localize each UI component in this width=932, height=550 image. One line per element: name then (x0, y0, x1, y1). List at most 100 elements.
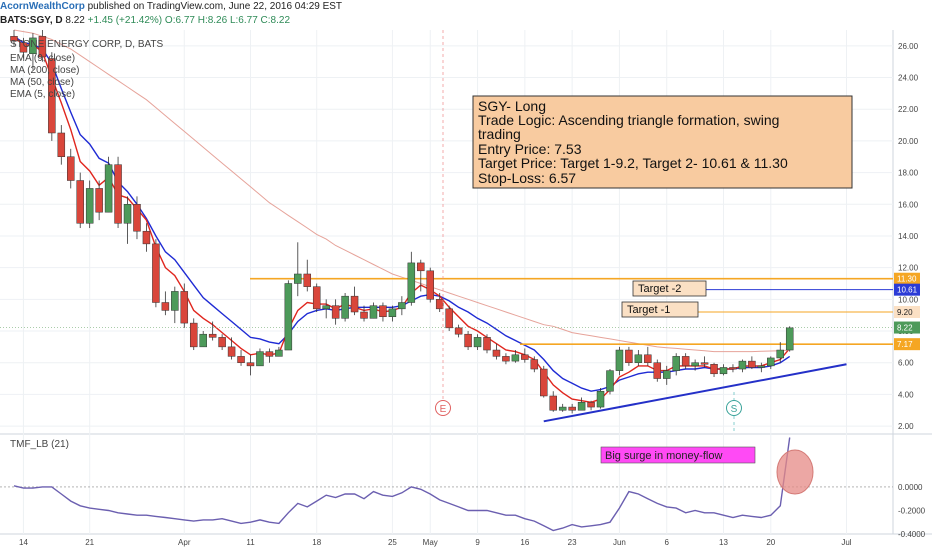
candle-body (710, 364, 718, 375)
candle-body (303, 273, 312, 287)
candle-body (426, 270, 434, 300)
price-badge-label: 10.61 (897, 286, 918, 295)
candle-body (189, 322, 198, 348)
tmf-tick-label: 0.0000 (898, 483, 923, 492)
candle-body (379, 305, 387, 318)
candle-body (757, 365, 766, 368)
candle-body (483, 337, 491, 351)
candle-body (133, 204, 141, 232)
candle-body (275, 349, 283, 357)
candle-body (322, 305, 330, 310)
x-tick-label: 16 (520, 538, 529, 547)
price-pane (0, 30, 932, 434)
candle-body (549, 395, 557, 411)
candle-body (568, 406, 576, 411)
note-line-5: Target Price: Target 1-9.2, Target 2- 10… (478, 155, 788, 171)
y-tick-label: 14.00 (898, 232, 919, 241)
candle-body (719, 367, 728, 375)
candle-body (540, 368, 548, 397)
x-tick-label: 13 (719, 538, 728, 547)
price-badge-label: 11.30 (897, 275, 917, 284)
candle-body (577, 402, 586, 411)
legend-ma200[interactable]: MA (200, close) (10, 65, 79, 76)
y-tick-label: 6.00 (898, 359, 914, 368)
candle-body (218, 337, 226, 348)
candle-body (208, 333, 217, 338)
split-marker-text: S (731, 404, 738, 415)
candle-body (142, 230, 151, 245)
x-tick-label: 18 (312, 538, 321, 547)
candle-body (700, 362, 709, 365)
tmf-tick-label: -0.2000 (898, 506, 926, 515)
legend-title: STONE ENERGY CORP, D, BATS (10, 39, 164, 50)
candle-body (473, 337, 482, 348)
candle-body (681, 356, 690, 367)
candle-body (227, 346, 236, 357)
candle-body (350, 295, 359, 313)
y-tick-label: 22.00 (898, 105, 919, 114)
candle-body (511, 354, 520, 362)
candle-body (454, 327, 463, 335)
y-tick-label: 12.00 (898, 264, 919, 273)
candle-body (161, 302, 170, 311)
candle-body (284, 283, 293, 351)
target-1-label[interactable]: Target -1 (621, 301, 699, 318)
trade-note[interactable]: SGY- Long Trade Logic: Ascending triangl… (472, 95, 853, 189)
candle-body (748, 360, 756, 368)
price-chart[interactable]: 26.00 24.00 22.00 20.00 18.00 16.00 14.00 12.00… (0, 0, 932, 550)
candle-body (625, 349, 633, 363)
candle-body (360, 311, 368, 319)
tmf-tick-label: -0.4000 (898, 530, 926, 539)
candle-body (237, 356, 245, 363)
surge-note-text: Big surge in money-flow (605, 450, 722, 462)
candle-body (644, 354, 652, 363)
candle-body (407, 262, 416, 303)
candle-body (57, 132, 66, 157)
y-tick-label: 20.00 (898, 137, 919, 146)
candle-body (67, 156, 75, 181)
indicator-title[interactable]: TMF_LB (21) (10, 439, 69, 450)
x-tick-label: 20 (766, 538, 775, 547)
target-2-label[interactable]: Target -2 (632, 280, 707, 297)
x-tick-label: 9 (475, 538, 480, 547)
candle-body (341, 295, 349, 319)
candle-body (530, 359, 539, 370)
candle-body (662, 370, 671, 379)
candle-body (767, 357, 775, 367)
y-tick-label: 18.00 (898, 169, 919, 178)
surge-note[interactable]: Big surge in money-flow (600, 446, 756, 464)
legend-ema9[interactable]: EMA (9, close) (10, 53, 75, 64)
candle-body (729, 367, 737, 370)
y-tick-label: 24.00 (898, 74, 919, 83)
candle-body (558, 406, 567, 411)
candle-body (171, 291, 179, 311)
candle-body (521, 354, 529, 360)
candle-body (85, 188, 94, 224)
x-tick-label: Jun (613, 538, 626, 547)
candle-body (312, 286, 321, 310)
candle-body (199, 333, 207, 348)
note-line-3: trading (478, 126, 521, 142)
price-badge-label: 8.22 (897, 324, 913, 333)
candle-body (615, 349, 624, 371)
x-tick-label: 11 (246, 538, 255, 547)
legend-ema5[interactable]: EMA (5, close) (10, 89, 75, 100)
target-2-text: Target -2 (638, 283, 681, 295)
note-line-2: Trade Logic: Ascending triangle formatio… (478, 112, 779, 128)
candle-body (653, 362, 662, 379)
x-tick-label: Apr (178, 538, 191, 547)
candle-body (294, 273, 302, 284)
y-tick-label: 4.00 (898, 390, 914, 399)
candle-body (738, 360, 747, 370)
x-tick-label: Jul (841, 538, 851, 547)
price-badge-label: 9.20 (897, 308, 913, 317)
x-tick-label: 23 (568, 538, 577, 547)
x-tick-label: 21 (85, 538, 94, 547)
x-tick-label: 14 (19, 538, 28, 547)
earnings-marker-text: E (440, 404, 447, 415)
candle-body (785, 327, 794, 351)
candle-body (606, 370, 614, 392)
candle-body (417, 262, 425, 272)
legend-ma50[interactable]: MA (50, close) (10, 77, 74, 88)
y-tick-label: 26.00 (898, 42, 919, 51)
